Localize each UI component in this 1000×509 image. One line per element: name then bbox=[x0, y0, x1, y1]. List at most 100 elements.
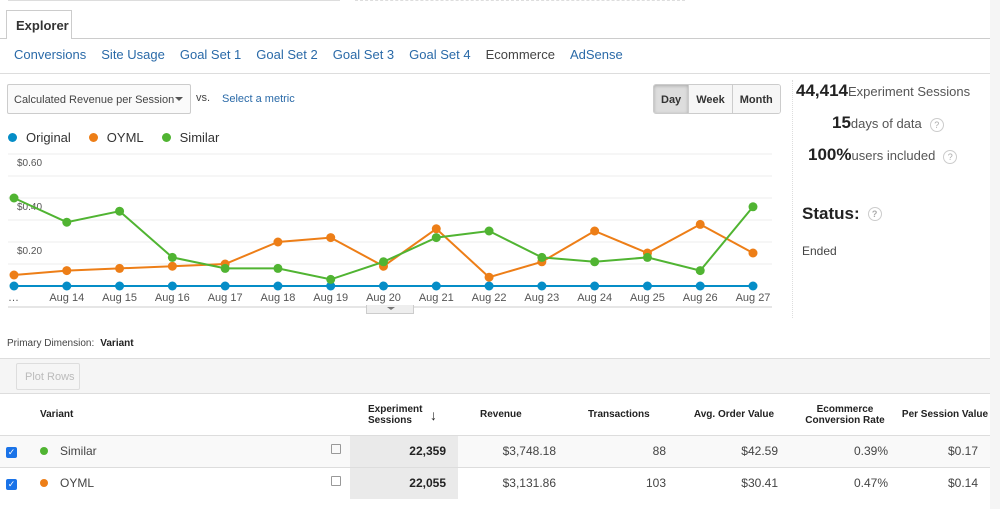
copy-icon[interactable] bbox=[331, 444, 341, 454]
header-variant[interactable]: Variant bbox=[40, 395, 350, 435]
nav-divider bbox=[0, 73, 990, 74]
week-button[interactable]: Week bbox=[688, 85, 732, 113]
x-tick-label: Aug 20 bbox=[366, 292, 401, 304]
legend-dot bbox=[161, 133, 171, 142]
data-point-similar bbox=[115, 206, 125, 216]
x-tick-label: Aug 26 bbox=[683, 292, 718, 304]
data-point-oyml bbox=[590, 226, 600, 236]
primary-dimension-label: Primary Dimension: bbox=[7, 338, 95, 349]
x-tick-label: Aug 24 bbox=[577, 292, 612, 304]
data-point-similar bbox=[537, 252, 547, 262]
sessions-cell: 22,055 bbox=[350, 466, 458, 499]
data-point-original bbox=[695, 281, 705, 291]
metric-dropdown[interactable]: Calculated Revenue per Session bbox=[7, 84, 191, 114]
users-value: 100% bbox=[808, 145, 852, 164]
data-point-similar bbox=[62, 217, 72, 227]
variant-name: OYML bbox=[60, 476, 95, 491]
header-transactions[interactable]: Transactions bbox=[568, 395, 678, 435]
data-point-original bbox=[273, 281, 283, 291]
line-chart: $0.20 $0.40 $0.60 … Aug 14 Aug 15 Aug 16 Aug 17… bbox=[8, 153, 772, 308]
top-divider-dashed bbox=[355, 0, 685, 1]
data-point-similar bbox=[273, 263, 283, 273]
data-point-oyml bbox=[62, 266, 72, 276]
days-value: 15 bbox=[832, 113, 851, 132]
conversion-rate-cell: 0.39% bbox=[790, 434, 900, 467]
data-point-similar bbox=[748, 202, 758, 212]
variant-name: Similar bbox=[60, 444, 97, 458]
aov-cell: $30.41 bbox=[678, 466, 790, 499]
header-conversion-rate[interactable]: Ecommerce Conversion Rate bbox=[790, 395, 900, 435]
data-point-original bbox=[748, 281, 758, 291]
select-metric-link[interactable]: Select a metric bbox=[222, 93, 295, 105]
header-revenue[interactable]: Revenue bbox=[458, 395, 568, 435]
legend-item-oyml[interactable]: OYML bbox=[88, 130, 144, 145]
data-point-original bbox=[431, 281, 441, 291]
status-value: Ended bbox=[802, 244, 837, 258]
row-checkbox[interactable]: ✓ bbox=[0, 466, 40, 499]
help-icon[interactable]: ? bbox=[943, 150, 958, 164]
data-point-similar bbox=[9, 193, 19, 203]
subnav-goal-set-3[interactable]: Goal Set 3 bbox=[333, 47, 394, 62]
header-sessions[interactable]: Experiment Sessions ↓ bbox=[350, 395, 458, 435]
legend-item-original[interactable]: Original bbox=[8, 130, 71, 145]
copy-icon[interactable] bbox=[331, 476, 341, 487]
tab-explorer[interactable]: Explorer bbox=[6, 10, 72, 39]
variant-dot bbox=[40, 447, 48, 455]
aov-cell: $42.59 bbox=[678, 434, 790, 467]
primary-dimension: Primary Dimension: Variant bbox=[7, 338, 134, 349]
checkbox-checked-icon[interactable]: ✓ bbox=[6, 479, 17, 491]
legend-label: Similar bbox=[179, 130, 220, 145]
x-tick-label: … bbox=[8, 292, 19, 304]
checkbox-checked-icon[interactable]: ✓ bbox=[6, 447, 17, 458]
row-checkbox[interactable]: ✓ bbox=[0, 434, 40, 467]
table-toolbar bbox=[0, 358, 990, 394]
sort-arrow-down-icon: ↓ bbox=[430, 406, 437, 423]
data-point-similar bbox=[590, 257, 600, 267]
header-per-session-value[interactable]: Per Session Value bbox=[900, 395, 990, 435]
data-point-original bbox=[537, 281, 547, 291]
data-point-similar bbox=[642, 252, 652, 262]
subnav-goal-set-1[interactable]: Goal Set 1 bbox=[180, 47, 241, 62]
y-tick-label: $0.60 bbox=[17, 158, 42, 169]
users-label: users included bbox=[851, 148, 936, 163]
subnav-ecommerce[interactable]: Ecommerce bbox=[486, 47, 555, 62]
revenue-cell: $3,748.18 bbox=[458, 434, 568, 467]
days-label: days of data bbox=[850, 116, 922, 131]
data-point-oyml bbox=[748, 248, 758, 258]
day-button[interactable]: Day bbox=[654, 85, 689, 113]
metric-dropdown-value: Calculated Revenue per Session bbox=[14, 94, 175, 106]
x-tick-label: Aug 21 bbox=[419, 292, 454, 304]
data-point-similar bbox=[431, 233, 441, 243]
data-point-original bbox=[62, 281, 72, 291]
subnav-goal-set-4[interactable]: Goal Set 4 bbox=[409, 47, 470, 62]
data-point-oyml bbox=[115, 263, 125, 273]
data-point-oyml bbox=[484, 272, 494, 282]
subnav-conversions[interactable]: Conversions bbox=[14, 47, 86, 62]
legend-label: OYML bbox=[106, 130, 144, 145]
x-tick-label: Aug 22 bbox=[472, 292, 507, 304]
chart-resize-handle[interactable] bbox=[366, 305, 414, 314]
help-icon[interactable]: ? bbox=[867, 207, 882, 221]
x-tick-label: Aug 14 bbox=[49, 292, 84, 304]
data-point-similar bbox=[167, 252, 177, 262]
help-icon[interactable]: ? bbox=[929, 118, 944, 132]
subnav-site-usage[interactable]: Site Usage bbox=[101, 47, 165, 62]
data-point-oyml bbox=[273, 237, 283, 247]
x-tick-label: Aug 18 bbox=[260, 292, 295, 304]
primary-dimension-variant[interactable]: Variant bbox=[100, 338, 133, 349]
subnav-goal-set-2[interactable]: Goal Set 2 bbox=[256, 47, 317, 62]
sessions-cell: 22,359 bbox=[350, 434, 458, 467]
variant-cell: Similar bbox=[40, 434, 350, 467]
plot-rows-button[interactable]: Plot Rows bbox=[16, 363, 80, 390]
subnav-adsense[interactable]: AdSense bbox=[570, 47, 623, 62]
data-point-original bbox=[484, 281, 494, 291]
data-point-original bbox=[590, 281, 600, 291]
header-aov[interactable]: Avg. Order Value bbox=[678, 395, 790, 435]
data-point-original bbox=[167, 281, 177, 291]
legend-item-similar[interactable]: Similar bbox=[161, 130, 220, 145]
data-point-similar bbox=[379, 257, 388, 267]
data-point-oyml bbox=[695, 219, 705, 229]
month-button[interactable]: Month bbox=[731, 85, 780, 113]
metric-group-nav: Conversions Site Usage Goal Set 1 Goal S… bbox=[14, 47, 638, 62]
data-point-similar bbox=[220, 263, 230, 273]
